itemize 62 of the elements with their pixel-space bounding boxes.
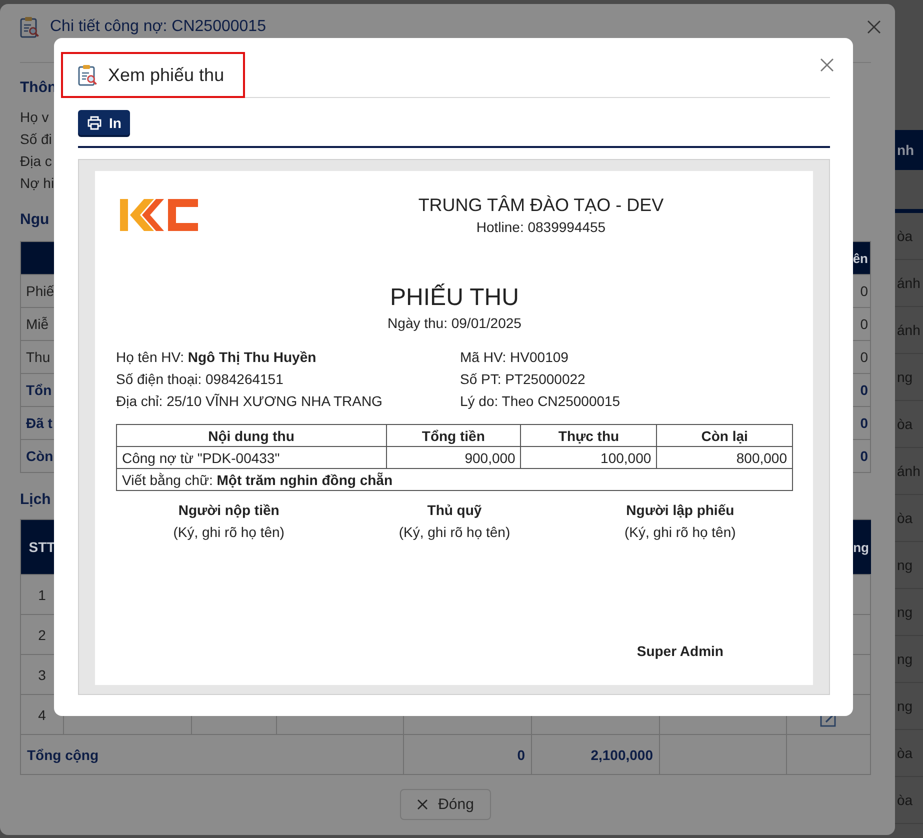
table-cell: 4 xyxy=(38,706,46,722)
table-cell: 900,000 xyxy=(386,446,521,468)
table-cell: 0 xyxy=(860,415,868,431)
table-cell: 0 xyxy=(860,283,868,299)
close-button[interactable]: Đóng xyxy=(400,789,491,820)
table-cell: 0 xyxy=(860,382,868,398)
info-label: Địa c xyxy=(20,153,52,169)
dialog-title: Chi tiết công nợ: CN25000015 xyxy=(50,18,266,36)
table-cell: Miễ xyxy=(26,316,49,332)
section-title: Lịch xyxy=(20,490,51,508)
clipboard-search-icon xyxy=(20,16,40,38)
close-icon[interactable] xyxy=(867,20,881,34)
signature-role: Thủ quỹ xyxy=(427,501,482,520)
table-cell: Thu xyxy=(26,349,50,365)
info-text: Số điện thoại: 0984264151 xyxy=(116,370,284,389)
table-cell: 800,000 xyxy=(656,446,792,468)
dialog-title: Xem phiếu thu xyxy=(108,64,224,86)
table-cell: 2 xyxy=(38,626,46,642)
table-cell: 1 xyxy=(38,586,46,602)
center-name: TRUNG TÂM ĐÀO TẠO - DEV xyxy=(418,194,664,217)
info-text: Lý do: Theo CN25000015 xyxy=(460,392,622,411)
table-cell: Còn xyxy=(26,448,54,464)
table-cell: Tổn xyxy=(26,382,52,398)
hotline-text: Hotline: 0839994455 xyxy=(476,218,606,237)
close-icon xyxy=(417,799,428,810)
column-header: Nội dung thu xyxy=(116,424,386,446)
amount-in-words: Viết bằng chữ: Một trăm nghin đồng chẵn xyxy=(116,468,792,490)
section-title: Ngu xyxy=(20,210,50,228)
info-text: Mã HV: HV00109 xyxy=(460,348,570,367)
signature-role: Người lập phiếu xyxy=(626,501,734,520)
info-text: Địa chỉ: 25/10 VĨNH XƯƠNG NHA TRANG xyxy=(116,392,384,411)
table-cell: Đã t xyxy=(26,415,52,431)
info-text: Số PT: PT25000022 xyxy=(460,370,586,389)
signature-hint: (Ký, ghi rõ họ tên) xyxy=(398,523,510,542)
table-cell: 0 xyxy=(860,316,868,332)
header-text: nh xyxy=(897,142,914,158)
receipt-heading: PHIẾU THU xyxy=(390,284,519,311)
table-cell: 3 xyxy=(38,666,46,682)
column-header: Thực thu xyxy=(520,424,657,446)
info-label: Số đi xyxy=(20,131,52,147)
info-label: Họ v xyxy=(20,109,49,125)
printer-icon xyxy=(87,116,102,130)
column-header: Còn lại xyxy=(656,424,792,446)
table-cell: Phiế xyxy=(26,283,54,299)
column-header: Tổng tiền xyxy=(386,424,521,446)
signer-name: Super Admin xyxy=(636,642,724,661)
print-button[interactable]: In xyxy=(78,110,130,135)
close-icon[interactable] xyxy=(820,58,834,72)
table-cell: 0 xyxy=(860,448,868,464)
table-cell: 2,100,000 xyxy=(590,746,653,762)
table-cell: 0 xyxy=(517,746,525,762)
table-cell: 0 xyxy=(860,349,868,365)
info-label: Nợ hi xyxy=(20,175,54,191)
total-label: Tổng cộng xyxy=(27,746,99,762)
clipboard-search-icon xyxy=(78,64,98,86)
info-text: Họ tên HV: Ngô Thị Thu Huyền xyxy=(116,348,318,367)
signature-role: Người nộp tiền xyxy=(178,501,280,520)
signature-hint: (Ký, ghi rõ họ tên) xyxy=(173,523,284,542)
signature-hint: (Ký, ghi rõ họ tên) xyxy=(624,523,736,542)
table-cell: Công nợ từ "PDK-00433" xyxy=(116,446,386,468)
table-cell: 100,000 xyxy=(520,446,657,468)
receipt-date: Ngày thu: 09/01/2025 xyxy=(388,315,522,331)
